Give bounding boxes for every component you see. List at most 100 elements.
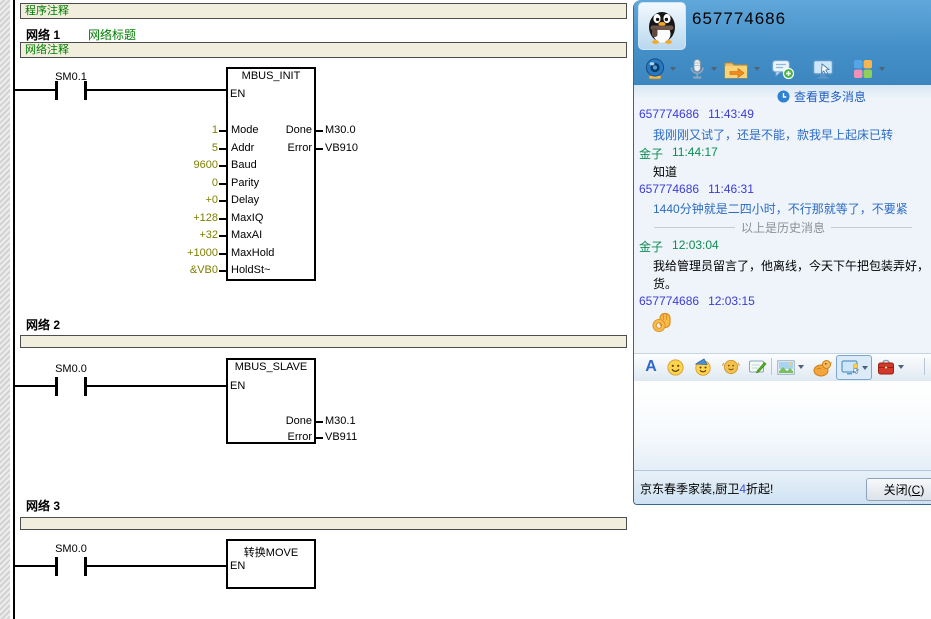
- param-value[interactable]: +0: [148, 194, 218, 206]
- screen-shake-button[interactable]: [721, 357, 741, 377]
- program-comment-text: 程序注释: [25, 5, 69, 17]
- font-icon: A: [645, 358, 657, 376]
- view-more-label: 查看更多消息: [794, 88, 866, 105]
- network-comment-text: 网络注释: [25, 44, 69, 56]
- font-style-button[interactable]: A: [642, 357, 660, 377]
- divider-label: 以上是历史消息: [741, 219, 825, 236]
- wire: [219, 235, 226, 237]
- webcam-dropdown-arrow-icon[interactable]: [670, 67, 676, 71]
- file-transfer-dropdown-arrow-icon[interactable]: [754, 67, 760, 71]
- magic-emoticon-button[interactable]: [692, 357, 714, 377]
- message-sender-row: 金子 11:44:17: [639, 145, 718, 162]
- emoticon-button[interactable]: [665, 357, 685, 377]
- program-comment-bar[interactable]: 程序注释: [20, 3, 627, 19]
- message-input-area[interactable]: [634, 381, 931, 470]
- message-add-button[interactable]: [770, 56, 796, 82]
- output-operand[interactable]: VB911: [325, 431, 357, 443]
- app-box-dropdown-arrow-icon[interactable]: [879, 67, 885, 71]
- avatar[interactable]: [638, 2, 686, 50]
- screen-share-button[interactable]: [810, 56, 836, 82]
- network-1-title[interactable]: 网络标题: [88, 26, 136, 43]
- app-box-button[interactable]: [850, 56, 876, 82]
- wire: [15, 89, 55, 91]
- sender-name: 657774686: [639, 182, 699, 196]
- param-value[interactable]: &VB0: [148, 264, 218, 276]
- param-value[interactable]: +32: [148, 229, 218, 241]
- wire: [219, 200, 226, 202]
- network-3-comment-bar[interactable]: [20, 517, 627, 530]
- ad-text: 折起!: [746, 482, 773, 496]
- magic-smiley-icon: [693, 358, 713, 376]
- message-time: 11:46:31: [708, 182, 754, 196]
- sender-name: 657774686: [639, 294, 699, 308]
- close-button-label: ): [920, 483, 924, 497]
- ad-link[interactable]: 京东春季家装,厨卫4折起!: [640, 480, 773, 497]
- wire: [219, 218, 226, 220]
- message-time: 12:03:15: [708, 294, 755, 308]
- message-time: 11:44:17: [672, 145, 718, 162]
- output-operand[interactable]: M30.0: [325, 124, 356, 136]
- message-add-icon: [771, 57, 795, 81]
- param-value[interactable]: +128: [148, 212, 218, 224]
- contact-operand: SM0.0: [41, 363, 101, 375]
- wire: [315, 437, 323, 439]
- wire: [15, 565, 55, 567]
- capture-dropdown-arrow-icon[interactable]: [862, 366, 868, 370]
- toolbar-separator: [924, 358, 925, 375]
- wire: [219, 165, 226, 167]
- webcam-button[interactable]: [642, 56, 668, 82]
- shake-coin-icon: [722, 358, 740, 376]
- message-text: 货。: [653, 275, 677, 292]
- message-time: 12:03:04: [672, 238, 719, 255]
- output-operand[interactable]: VB910: [325, 142, 358, 154]
- screen-capture-button[interactable]: [836, 355, 872, 380]
- contact-bar[interactable]: [55, 377, 58, 396]
- send-image-button[interactable]: [775, 357, 796, 377]
- message-text: 我刚刚又试了，还是不能，款我早上起床已转: [653, 126, 893, 143]
- param-value[interactable]: 5: [148, 142, 218, 154]
- doodle-icon: [748, 358, 767, 376]
- wire: [315, 148, 323, 150]
- image-dropdown-arrow-icon[interactable]: [798, 365, 804, 369]
- doodle-button[interactable]: [746, 357, 768, 377]
- qq-penguin-icon: [642, 6, 682, 46]
- view-more-link[interactable]: 查看更多消息: [777, 88, 866, 105]
- close-button-label: 关闭(: [884, 481, 912, 498]
- screen-capture-icon: [841, 360, 860, 376]
- ok-hand-emoji: [651, 309, 675, 333]
- voice-call-button[interactable]: [684, 56, 710, 82]
- history-divider: 以上是历史消息: [654, 219, 912, 236]
- image-icon: [777, 360, 795, 375]
- param-name: HoldSt~: [231, 264, 270, 276]
- app-grid-icon: [852, 58, 874, 80]
- file-transfer-button[interactable]: [722, 56, 750, 82]
- wire: [87, 565, 226, 567]
- contact-bar[interactable]: [55, 557, 58, 576]
- param-value[interactable]: 1: [148, 124, 218, 136]
- param-name: Parity: [231, 177, 259, 189]
- message-text: 知道: [653, 163, 677, 180]
- param-value[interactable]: 9600: [148, 159, 218, 171]
- voice-dropdown-arrow-icon[interactable]: [711, 67, 717, 71]
- toolbox-dropdown-arrow-icon[interactable]: [898, 365, 904, 369]
- output-operand[interactable]: M30.1: [325, 415, 356, 427]
- smiley-icon: [667, 359, 684, 376]
- param-value[interactable]: +1000: [148, 247, 218, 259]
- network-2-comment-bar[interactable]: [20, 335, 627, 348]
- param-value[interactable]: 0: [148, 177, 218, 189]
- wire: [315, 421, 323, 423]
- toolbar-separator: [771, 358, 772, 375]
- message-sender-row: 657774686 11:43:49: [639, 107, 754, 121]
- close-button[interactable]: 关闭(C): [866, 478, 931, 501]
- network-1-comment-bar[interactable]: 网络注释: [20, 42, 627, 58]
- toolbox-button[interactable]: [875, 357, 897, 377]
- magic-show-button[interactable]: [810, 357, 834, 377]
- screen-share-icon: [811, 57, 835, 81]
- block-en-label: EN: [230, 380, 245, 392]
- output-name: Done: [254, 124, 312, 136]
- file-transfer-icon: [723, 57, 749, 81]
- message-time: 11:43:49: [708, 107, 754, 121]
- qq-chat-window: 657774686: [633, 0, 931, 505]
- contact-bar[interactable]: [55, 81, 58, 100]
- network-3-label: 网络 3: [26, 497, 60, 514]
